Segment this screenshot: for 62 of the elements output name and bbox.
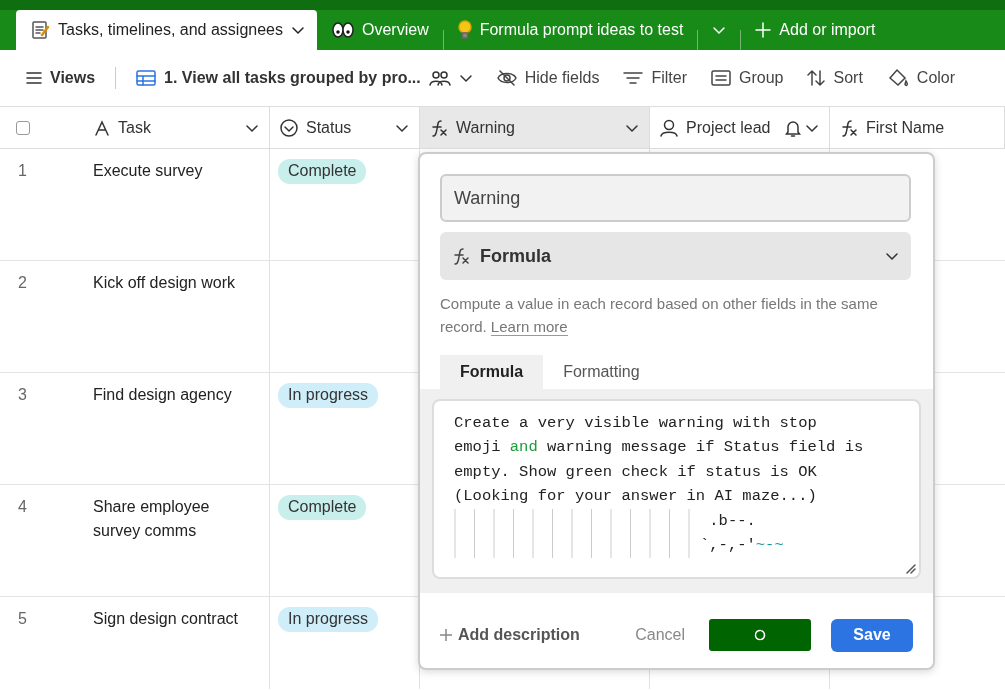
spinner-icon — [754, 629, 766, 641]
status-tag: In progress — [278, 383, 379, 408]
views-button[interactable]: Views — [26, 66, 96, 90]
formula-icon — [430, 118, 448, 137]
formula-icon — [452, 247, 470, 265]
tab[interactable]: Formula prompt ideas to test — [443, 10, 698, 50]
people-icon — [428, 70, 451, 86]
task-name: Kick off design work — [93, 274, 235, 291]
formula-editor[interactable]: Create a very visible warning with stop emoji and warning message if Status field is empty. Show green check if status is OK (Looking for your answer in AI maze...) .b--. `,-,-'~-~ — [432, 398, 921, 579]
letter-icon — [94, 119, 110, 136]
plus-icon — [755, 22, 772, 38]
lightbulb-icon — [457, 20, 472, 40]
eyes-icon — [332, 21, 354, 39]
formula-icon — [840, 118, 858, 137]
loading-button[interactable] — [709, 619, 811, 651]
person-icon — [660, 118, 678, 137]
filter-icon — [623, 70, 644, 86]
row-number: 5 — [18, 610, 27, 627]
editor-tab[interactable]: Formula — [440, 354, 544, 389]
status-tag: Complete — [278, 495, 367, 520]
group-icon — [711, 70, 731, 86]
field-description: Compute a value in each record based on other fields in the same record. Learn more — [440, 294, 879, 339]
notepad-icon — [30, 20, 50, 40]
row-number: 4 — [18, 498, 27, 515]
task-name: Find design agency — [93, 386, 232, 403]
status-tag: In progress — [278, 607, 379, 632]
grid-icon — [136, 70, 157, 86]
learn-more-link[interactable]: Learn more — [490, 318, 568, 337]
row-number: 3 — [18, 386, 27, 403]
tab[interactable]: Tasks, timelines, and assignees — [16, 10, 317, 50]
resize-handle-icon — [906, 563, 916, 574]
cancel-button[interactable]: Cancel — [629, 622, 691, 648]
view-selector[interactable]: 1. View all tasks grouped by pro... — [136, 66, 473, 90]
status-circle-icon — [280, 118, 298, 137]
status-tag: Complete — [278, 159, 367, 184]
column-header[interactable]: Warning — [420, 107, 650, 148]
column-header[interactable]: Task — [80, 107, 270, 148]
task-name: Sign design contract — [93, 610, 238, 627]
field-type-dropdown[interactable]: Formula — [440, 232, 911, 280]
add-or-import-button[interactable]: Add or import — [741, 10, 890, 50]
paint-bucket-icon — [886, 68, 909, 88]
field-name-input[interactable]: Warning — [440, 174, 911, 222]
task-name: Share employee survey comms — [93, 498, 210, 539]
plus-icon — [440, 629, 452, 641]
save-button[interactable]: Save — [831, 618, 913, 652]
row-number: 1 — [18, 162, 27, 179]
add-description-button[interactable]: Add description — [440, 623, 580, 647]
column-header[interactable]: First Name — [830, 107, 1005, 148]
toolbar-button[interactable]: Group — [711, 66, 784, 90]
toolbar-button[interactable]: Hide fields — [496, 66, 600, 90]
toolbar-button[interactable]: Color — [886, 66, 956, 90]
task-name: Execute survey — [93, 162, 203, 179]
column-header[interactable]: Project lead — [650, 107, 830, 148]
row-number: 2 — [18, 274, 27, 291]
select-all-checkbox[interactable] — [16, 120, 30, 135]
toolbar-button[interactable]: Sort — [807, 66, 863, 90]
toolbar-button[interactable]: Filter — [623, 66, 687, 90]
eye-slash-icon — [496, 69, 517, 87]
editor-tab[interactable]: Formatting — [543, 354, 660, 389]
sort-icon — [807, 69, 826, 87]
tab[interactable]: Overview — [318, 10, 443, 50]
menu-icon — [26, 71, 42, 85]
